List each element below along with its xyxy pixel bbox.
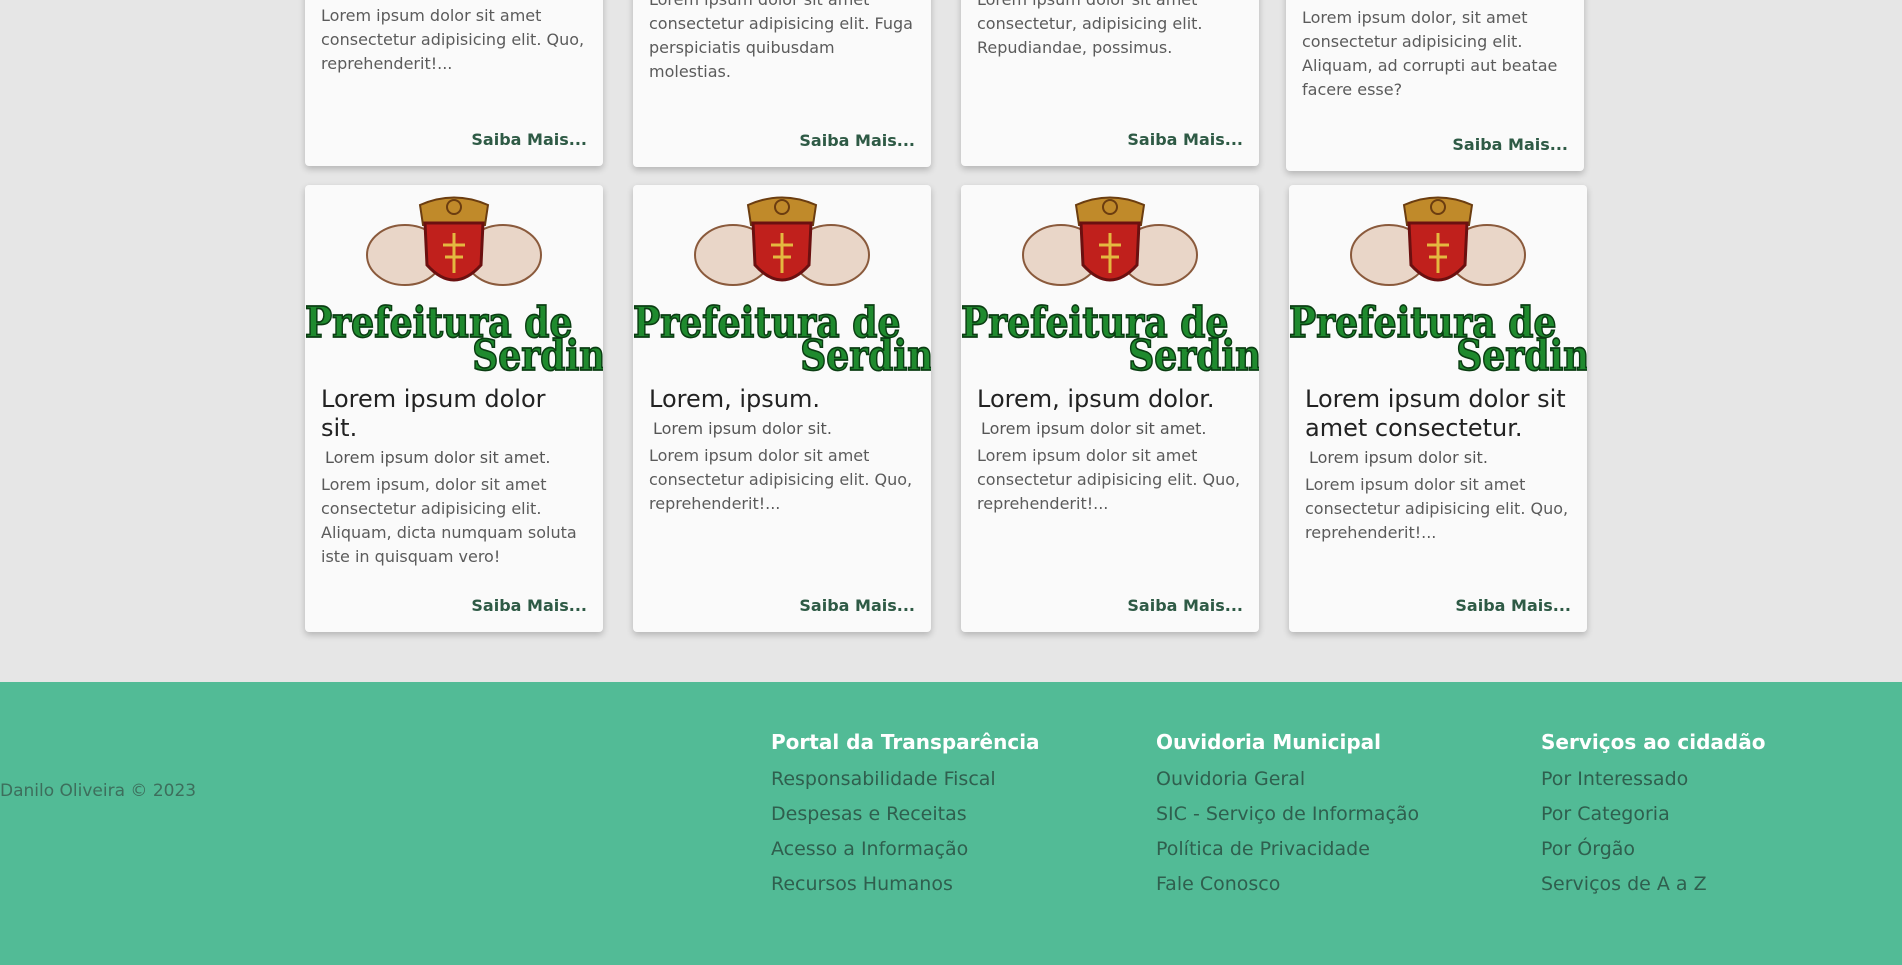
- saiba-mais-link[interactable]: Saiba Mais...: [1127, 596, 1243, 615]
- footer-link[interactable]: Recursos Humanos: [771, 867, 1040, 902]
- card-text: Lorem ipsum dolor sit amet consectetur a…: [1305, 475, 1569, 542]
- footer-column-servicos: Serviços ao cidadão Por Interessado Por …: [1541, 730, 1765, 902]
- card-title: Lorem, ipsum.: [649, 385, 820, 413]
- card-title: Lorem, ipsum dolor.: [977, 385, 1215, 413]
- news-card: Prefeitura de Serdin Lorem, ipsum dolor.…: [961, 185, 1259, 632]
- footer-link[interactable]: Responsabilidade Fiscal: [771, 762, 1040, 797]
- card-text: Lorem ipsum dolor, sit amet consectetur …: [1302, 8, 1558, 99]
- footer-link[interactable]: Acesso a Informação: [771, 832, 1040, 867]
- prefeitura-logo: Prefeitura de Serdin: [1289, 185, 1587, 375]
- card-text: Lorem ipsum dolor sit amet consectetur a…: [977, 446, 1241, 513]
- saiba-mais-link[interactable]: Saiba Mais...: [1127, 130, 1243, 149]
- prefeitura-logo: Prefeitura de Serdin: [961, 185, 1259, 375]
- card-text: Lorem ipsum dolor sit amet consectetur a…: [649, 446, 913, 513]
- footer-column-ouvidoria: Ouvidoria Municipal Ouvidoria Geral SIC …: [1156, 730, 1419, 902]
- card-text: Lorem ipsum dolor sit amet consectetur, …: [977, 0, 1203, 57]
- coat-of-arms-icon: Prefeitura de Serdin: [961, 196, 1259, 375]
- logo-text-line2: Serdin: [1128, 331, 1259, 375]
- footer-link[interactable]: Por Interessado: [1541, 762, 1765, 797]
- footer-link[interactable]: Ouvidoria Geral: [1156, 762, 1419, 797]
- news-card: Lorem ipsum dolor sit amet consectetur, …: [961, 0, 1259, 166]
- card-subtitle: Lorem ipsum dolor sit amet.: [325, 448, 551, 467]
- saiba-mais-link[interactable]: Saiba Mais...: [799, 596, 915, 615]
- coat-of-arms-icon: Prefeitura de Serdin: [633, 196, 931, 375]
- news-card: Prefeitura de Serdin Lorem ipsum dolor s…: [1289, 185, 1587, 632]
- saiba-mais-link[interactable]: Saiba Mais...: [1455, 596, 1571, 615]
- footer-column-heading: Ouvidoria Municipal: [1156, 730, 1381, 754]
- news-card: Prefeitura de Serdin Lorem, ipsum. Lorem…: [633, 185, 931, 632]
- footer-link[interactable]: Despesas e Receitas: [771, 797, 1040, 832]
- footer-column-heading: Portal da Transparência: [771, 730, 1040, 754]
- footer-column-transparencia: Portal da Transparência Responsabilidade…: [771, 730, 1040, 902]
- prefeitura-logo: Prefeitura de Serdin: [305, 185, 603, 375]
- site-footer: Danilo Oliveira © 2023 Portal da Transpa…: [0, 682, 1902, 965]
- news-card: Lorem ipsum dolor sit amet consectetur a…: [633, 0, 931, 167]
- logo-text-line2: Serdin: [800, 331, 931, 375]
- footer-link[interactable]: Por Categoria: [1541, 797, 1765, 832]
- card-text: Lorem ipsum, dolor sit amet consectetur …: [321, 475, 577, 566]
- saiba-mais-link[interactable]: Saiba Mais...: [1452, 135, 1568, 154]
- saiba-mais-link[interactable]: Saiba Mais...: [471, 596, 587, 615]
- footer-link[interactable]: Por Órgão: [1541, 832, 1765, 867]
- logo-text-line2: Serdin: [472, 331, 603, 375]
- footer-link[interactable]: Serviços de A a Z: [1541, 867, 1765, 902]
- saiba-mais-link[interactable]: Saiba Mais...: [799, 131, 915, 150]
- card-subtitle: Lorem ipsum dolor sit.: [1309, 448, 1488, 467]
- logo-text-line2: Serdin: [1456, 331, 1587, 375]
- card-text: Lorem ipsum dolor sit amet consectetur a…: [321, 6, 585, 73]
- footer-link[interactable]: Fale Conosco: [1156, 867, 1419, 902]
- coat-of-arms-icon: Prefeitura de Serdin: [1289, 196, 1587, 375]
- news-card: Lorem ipsum dolor, sit amet consectetur …: [1286, 0, 1584, 171]
- card-title: Lorem ipsum dolor sit amet consectetur.: [1305, 385, 1566, 442]
- footer-link[interactable]: SIC - Serviço de Informação: [1156, 797, 1419, 832]
- card-title: Lorem ipsum dolor sit.: [321, 385, 546, 442]
- coat-of-arms-icon: Prefeitura de Serdin: [305, 196, 603, 375]
- card-subtitle: Lorem ipsum dolor sit amet.: [981, 419, 1207, 438]
- news-card: Lorem ipsum dolor sit amet consectetur a…: [305, 0, 603, 166]
- copyright-text: Danilo Oliveira © 2023: [0, 781, 197, 801]
- card-text: Lorem ipsum dolor sit amet consectetur a…: [649, 0, 913, 81]
- footer-column-heading: Serviços ao cidadão: [1541, 730, 1766, 754]
- page: Lorem ipsum dolor sit amet consectetur a…: [0, 0, 1902, 965]
- card-subtitle: Lorem ipsum dolor sit.: [653, 419, 832, 438]
- news-card: Prefeitura de Serdin Lorem ipsum dolor s…: [305, 185, 603, 632]
- saiba-mais-link[interactable]: Saiba Mais...: [471, 130, 587, 149]
- footer-link[interactable]: Política de Privacidade: [1156, 832, 1419, 867]
- prefeitura-logo: Prefeitura de Serdin: [633, 185, 931, 375]
